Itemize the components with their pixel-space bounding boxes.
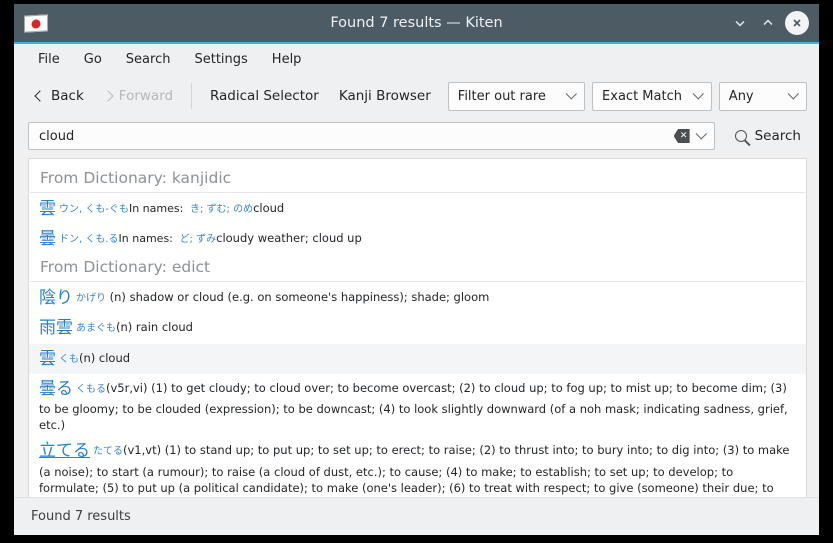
result-entry[interactable]: 陰り かげり (n) shadow or cloud (e.g. on someo… — [29, 283, 806, 313]
search-input-value: cloud — [39, 128, 75, 144]
search-button[interactable]: Search — [729, 124, 807, 148]
entry-meaning: (n) cloud — [79, 350, 131, 365]
maximize-icon[interactable] — [757, 12, 779, 34]
window-title: Found 7 results — Kiten — [330, 15, 503, 31]
entry-in-names-label: In names: — [118, 232, 173, 246]
entry-kanji: 曇る — [39, 378, 73, 399]
entry-reading: ウン, くも-ぐも — [59, 204, 129, 215]
entry-meaning: cloud — [253, 201, 285, 215]
menu-bar: File Go Search Settings Help — [14, 44, 819, 74]
entry-kanji: 雨雲 — [39, 318, 73, 339]
scope-value: Any — [728, 88, 754, 104]
entry-meaning: (n) rain cloud — [116, 320, 193, 335]
search-button-label: Search — [754, 128, 801, 144]
kanji-browser-button[interactable]: Kanji Browser — [329, 83, 441, 109]
clear-text-icon[interactable]: ✕ — [673, 129, 690, 143]
results-list[interactable]: From Dictionary: kanjidic 雲ウン, くも-ぐもIn n… — [28, 158, 807, 497]
entry-kanji: 立てる — [39, 441, 90, 462]
menu-item-go[interactable]: Go — [74, 48, 112, 71]
window-controls — [729, 11, 819, 35]
search-icon — [734, 130, 747, 142]
result-entry[interactable]: 雲ウン, くも-ぐもIn names: き; ずむ; のめcloud — [29, 194, 806, 224]
toolbar-divider — [191, 83, 192, 109]
back-button-label: Back — [51, 88, 84, 104]
entry-reading: かげり — [76, 293, 106, 305]
entry-kanji: 曇 — [39, 229, 56, 250]
result-entry[interactable]: 雲くも(n) cloud — [29, 343, 806, 374]
dictionary-header-kanjidic: From Dictionary: kanjidic — [30, 165, 805, 193]
close-icon[interactable] — [785, 11, 809, 35]
search-input[interactable]: cloud ✕ — [28, 122, 715, 150]
chevron-down-icon[interactable] — [695, 128, 707, 140]
result-entry[interactable]: 曇ドン, くも.るIn names: ど; ずみcloudy weather; … — [29, 224, 806, 254]
filter-rare-combobox[interactable]: Filter out rare — [447, 81, 586, 111]
match-type-value: Exact Match — [602, 88, 682, 104]
scope-combobox[interactable]: Any — [718, 81, 807, 111]
radical-selector-button[interactable]: Radical Selector — [200, 83, 329, 109]
result-entry[interactable]: 雨雲 あまぐも(n) rain cloud — [29, 313, 806, 343]
chevron-down-icon — [692, 88, 704, 100]
match-type-combobox[interactable]: Exact Match — [592, 81, 712, 111]
entry-reading: あまぐも — [76, 323, 116, 335]
entry-reading: ドン, くも.る — [59, 234, 119, 246]
entry-in-names: ど; ずみ — [179, 234, 217, 246]
chevron-left-icon — [34, 90, 46, 102]
title-bar: Found 7 results — Kiten — [14, 4, 819, 44]
tool-bar: Back Forward Radical Selector Kanji Brow… — [14, 74, 819, 118]
status-text: Found 7 results — [31, 509, 131, 524]
entry-reading: くも — [59, 353, 79, 365]
forward-button-label: Forward — [118, 88, 174, 104]
entry-meaning: cloudy weather; cloud up — [216, 231, 362, 246]
result-entry[interactable]: 立てる たてる(v1,vt) (1) to stand up; to put up… — [29, 436, 806, 497]
entry-in-names-label: In names: — [128, 202, 184, 215]
dictionary-header-edict: From Dictionary: edict — [30, 254, 805, 283]
minimize-icon[interactable] — [729, 12, 751, 34]
back-button[interactable]: Back — [26, 83, 94, 109]
application-window: Found 7 results — Kiten File Go Search S… — [14, 4, 819, 535]
entry-meaning: (v1,vt) (1) to stand up; to put up; to s… — [39, 443, 790, 495]
menu-item-settings[interactable]: Settings — [184, 48, 257, 71]
menu-item-help[interactable]: Help — [262, 48, 312, 71]
chevron-down-icon — [787, 88, 799, 100]
entry-meaning: (v5r,vi) (1) to get cloudy; to cloud ove… — [39, 380, 788, 433]
forward-button: Forward — [94, 83, 183, 109]
menu-item-search[interactable]: Search — [116, 48, 181, 71]
japanese-flag-icon — [24, 13, 48, 33]
entry-kanji: 雲 — [39, 199, 56, 219]
status-bar: Found 7 results — [14, 497, 819, 535]
chevron-down-icon — [565, 88, 577, 100]
entry-reading: たてる — [93, 446, 123, 458]
result-entry[interactable]: 曇る くもる(v5r,vi) (1) to get cloudy; to clou… — [29, 374, 806, 437]
menu-item-file[interactable]: File — [28, 48, 70, 71]
entry-meaning: (n) shadow or cloud (e.g. on someone's h… — [109, 290, 490, 305]
filter-rare-value: Filter out rare — [457, 88, 546, 104]
entry-in-names: き; ずむ; のめ — [189, 204, 254, 215]
chevron-right-icon — [102, 90, 114, 102]
search-bar: cloud ✕ Search — [14, 118, 819, 154]
entry-kanji: 陰り — [39, 288, 73, 309]
entry-kanji: 雲 — [39, 348, 56, 369]
entry-reading: くもる — [76, 383, 106, 395]
